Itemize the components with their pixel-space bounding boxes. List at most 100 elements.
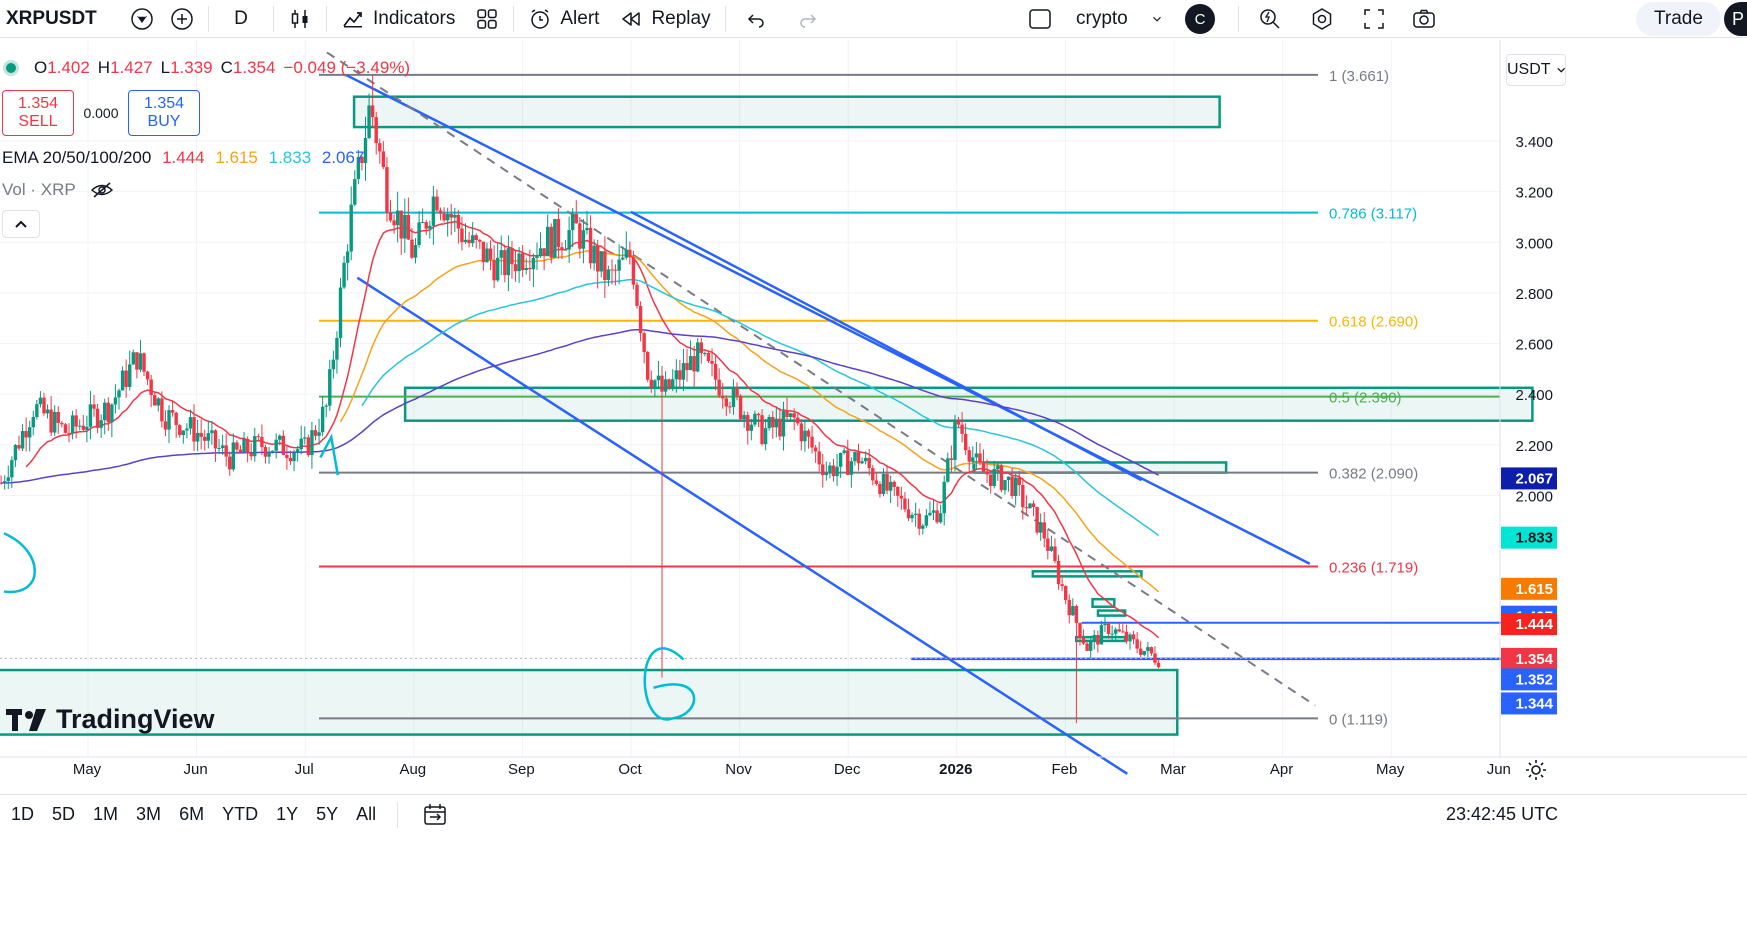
candle-body xyxy=(203,436,207,441)
range-button-5y[interactable]: 5Y xyxy=(307,804,347,825)
candle-body xyxy=(331,359,336,370)
fib-level-label: 0.618 (2.690) xyxy=(1329,314,1418,331)
chevron-up-icon xyxy=(15,220,27,228)
candle-body xyxy=(888,481,893,491)
settings-button[interactable] xyxy=(1300,0,1344,38)
replay-button[interactable]: Replay xyxy=(609,0,720,38)
close-value: 1.354 xyxy=(232,58,276,77)
candle-body xyxy=(606,269,611,281)
range-button-1m[interactable]: 1M xyxy=(84,804,127,825)
candle-body xyxy=(345,251,350,263)
tradingview-watermark[interactable]: TradingView xyxy=(6,704,215,735)
time-axis-label: Oct xyxy=(618,761,642,778)
candle-body xyxy=(45,409,50,414)
candle-body xyxy=(588,227,593,264)
chart-settings-icon[interactable] xyxy=(1524,758,1548,782)
candle-body xyxy=(1078,622,1082,638)
calendar-range-icon[interactable] xyxy=(422,802,448,828)
candle-body xyxy=(181,430,186,435)
chevron-down-icon xyxy=(1556,67,1565,73)
undo-button[interactable] xyxy=(730,0,782,38)
alert-button[interactable]: Alert xyxy=(518,0,609,38)
interval-button[interactable]: D xyxy=(213,0,269,38)
snapshot-button[interactable] xyxy=(1402,0,1446,38)
top-toolbar: XRPUSDT D Indicators Alert Replay crypto… xyxy=(0,0,1747,38)
chart-type-button[interactable] xyxy=(278,0,322,38)
currency-selector[interactable]: USDT xyxy=(1506,54,1566,86)
candle-body xyxy=(810,436,814,448)
range-button-1y[interactable]: 1Y xyxy=(267,804,307,825)
circle-annotation xyxy=(3,532,36,594)
indicators-button[interactable]: Indicators xyxy=(331,0,465,38)
candle-body xyxy=(492,259,496,281)
candle-body xyxy=(581,230,586,249)
candle-body xyxy=(335,337,339,360)
redo-button[interactable] xyxy=(782,0,834,38)
trade-button[interactable]: Trade xyxy=(1636,2,1721,36)
eye-crossed-icon[interactable] xyxy=(90,181,114,199)
rewind-icon xyxy=(619,7,643,31)
ema-value: 1.833 xyxy=(263,148,312,167)
price-badge-value: 2.067 xyxy=(1515,470,1553,487)
range-button-6m[interactable]: 6M xyxy=(170,804,213,825)
fullscreen-button[interactable] xyxy=(1352,0,1396,38)
avatar[interactable]: C xyxy=(1185,4,1215,34)
layout-square-button[interactable] xyxy=(1018,0,1062,38)
candle-body xyxy=(717,379,721,396)
candle-body xyxy=(117,390,121,398)
symbol-search[interactable]: XRPUSDT xyxy=(0,0,124,38)
sell-button[interactable]: 1.354 SELL xyxy=(2,90,74,136)
candle-body xyxy=(881,474,886,495)
range-button-all[interactable]: All xyxy=(347,804,385,825)
ema-legend[interactable]: EMA 20/50/100/200 1.444 1.615 1.833 2.06… xyxy=(2,148,364,168)
price-badge-value: 1.352 xyxy=(1515,671,1553,688)
price-axis-label: 3.200 xyxy=(1515,185,1553,202)
range-button-5d[interactable]: 5D xyxy=(43,804,84,825)
templates-button[interactable] xyxy=(465,0,509,38)
candle-body xyxy=(971,457,975,462)
candle-body xyxy=(267,452,271,457)
candle-body xyxy=(885,474,889,491)
quick-search-button[interactable] xyxy=(1248,0,1292,38)
candle-body xyxy=(735,387,739,396)
candle-body xyxy=(67,432,71,434)
range-button-3m[interactable]: 3M xyxy=(127,804,170,825)
candle-body xyxy=(24,431,28,438)
candle-body xyxy=(288,458,293,462)
candle-body xyxy=(992,469,996,486)
candle-body xyxy=(299,438,303,450)
live-status-dot xyxy=(6,63,16,73)
layout-name-button[interactable]: crypto xyxy=(1066,0,1174,38)
range-button-1d[interactable]: 1D xyxy=(2,804,43,825)
candle-body xyxy=(728,406,732,408)
candle-body xyxy=(420,222,425,224)
range-button-ytd[interactable]: YTD xyxy=(213,804,267,825)
chevron-down-icon xyxy=(1150,7,1164,31)
fib-level-label: 0.236 (1.719) xyxy=(1329,560,1418,577)
candle-body xyxy=(817,451,821,465)
candle-body xyxy=(1031,503,1036,508)
collapse-legend-button[interactable] xyxy=(2,210,40,238)
candle-body xyxy=(1153,653,1157,663)
candle-body xyxy=(856,452,861,464)
candle-body xyxy=(535,256,539,258)
candle-body xyxy=(917,513,921,529)
candle-body xyxy=(953,420,957,460)
price-badge-value: 1.615 xyxy=(1515,581,1553,598)
candle-body xyxy=(1110,633,1114,635)
candle-body xyxy=(74,415,78,427)
crypto-icon-button[interactable] xyxy=(124,0,160,38)
buy-button[interactable]: 1.354 BUY xyxy=(128,90,200,136)
utc-clock[interactable]: 23:42:45 UTC xyxy=(1446,804,1558,825)
compare-button[interactable] xyxy=(160,0,204,38)
volume-legend[interactable]: Vol · XRP xyxy=(2,180,114,200)
lightning-search-icon xyxy=(1258,7,1282,31)
candle-body xyxy=(981,462,986,472)
candle-body xyxy=(78,425,82,427)
square-icon xyxy=(1028,7,1052,31)
candle-body xyxy=(31,417,35,428)
check-annotation xyxy=(319,433,340,476)
candle-body xyxy=(0,482,3,484)
open-value: 1.402 xyxy=(47,58,90,77)
candle-body xyxy=(913,513,918,515)
